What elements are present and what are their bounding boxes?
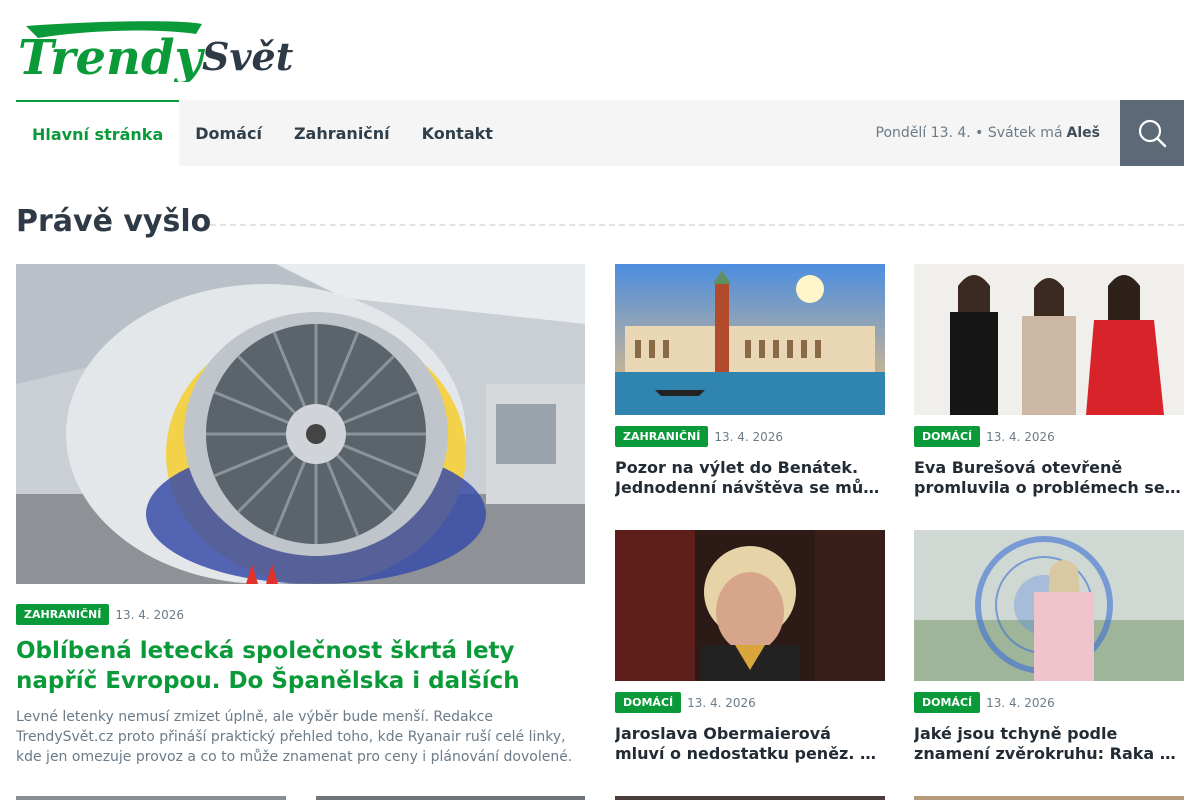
article-image-partial[interactable] [316, 796, 585, 800]
nav-item-kontakt[interactable]: Kontakt [406, 100, 509, 166]
article-title[interactable]: Eva Burešová otevřeně promluvila o probl… [914, 458, 1184, 498]
article-image-obermaierova[interactable] [615, 530, 885, 681]
category-badge[interactable]: ZAHRANIČNÍ [615, 426, 709, 447]
section-divider [210, 224, 1184, 226]
article-title[interactable]: Jaroslava Obermaierová mluví o nedostatk… [615, 724, 885, 764]
nav-item-domaci[interactable]: Domácí [179, 100, 278, 166]
nav-item-hlavni-stranka[interactable]: Hlavní stránka [16, 100, 180, 166]
search-icon [1138, 119, 1167, 148]
category-badge[interactable]: ZAHRANIČNÍ [16, 604, 110, 625]
article-title[interactable]: Pozor na výlet do Benátek. Jednodenní ná… [615, 458, 885, 498]
nav-item-zahranicni[interactable]: Zahraniční [278, 100, 406, 166]
section-title: Právě vyšlo [16, 204, 212, 239]
article-date: 13. 4. 2026 [115, 607, 185, 622]
search-button[interactable] [1120, 100, 1184, 166]
site-logo-graphic: Trendy Svět [18, 21, 294, 86]
article-meta: ZAHRANIČNÍ 13. 4. 2026 [615, 426, 783, 447]
article-image-zverokruh[interactable] [914, 530, 1184, 681]
main-nav: Hlavní stránka Domácí Zahraniční Kontakt… [16, 100, 1184, 166]
category-badge[interactable]: DOMÁCÍ [914, 692, 981, 713]
article-meta: DOMÁCÍ 13. 4. 2026 [914, 426, 1055, 447]
featured-article-image[interactable] [16, 264, 585, 584]
article-date: 13. 4. 2026 [714, 429, 784, 444]
date-nameday: Pondělí 13. 4. • Svátek má Aleš [876, 100, 1100, 166]
category-badge[interactable]: DOMÁCÍ [914, 426, 981, 447]
article-meta: DOMÁCÍ 13. 4. 2026 [615, 692, 756, 713]
article-title[interactable]: Jaké jsou tchyně podle znamení zvěrokruh… [914, 724, 1184, 764]
featured-article-excerpt: Levné letenky nemusí zmizet úplně, ale v… [16, 709, 573, 765]
category-badge[interactable]: DOMÁCÍ [615, 692, 682, 713]
article-image-partial[interactable] [914, 796, 1184, 800]
logo-text-svet: Svět [202, 34, 294, 79]
article-image-partial[interactable] [615, 796, 885, 800]
article-image-benatky[interactable] [615, 264, 885, 415]
article-meta: DOMÁCÍ 13. 4. 2026 [914, 692, 1055, 713]
article-date: 13. 4. 2026 [986, 695, 1055, 710]
article-date: 13. 4. 2026 [986, 429, 1055, 444]
article-image-partial[interactable] [16, 796, 286, 800]
logo-text-trendy: Trendy [18, 30, 206, 82]
nameday-name: Aleš [1066, 125, 1100, 141]
featured-article-title[interactable]: Oblíbená letecká společnost škrtá lety n… [16, 636, 585, 696]
featured-article-meta: ZAHRANIČNÍ 13. 4. 2026 [16, 604, 184, 625]
site-logo[interactable]: Trendy Svět [16, 18, 316, 86]
date-text: Pondělí 13. 4. • Svátek má [875, 125, 1063, 141]
article-date: 13. 4. 2026 [687, 695, 756, 710]
article-image-buresova[interactable] [914, 264, 1184, 415]
